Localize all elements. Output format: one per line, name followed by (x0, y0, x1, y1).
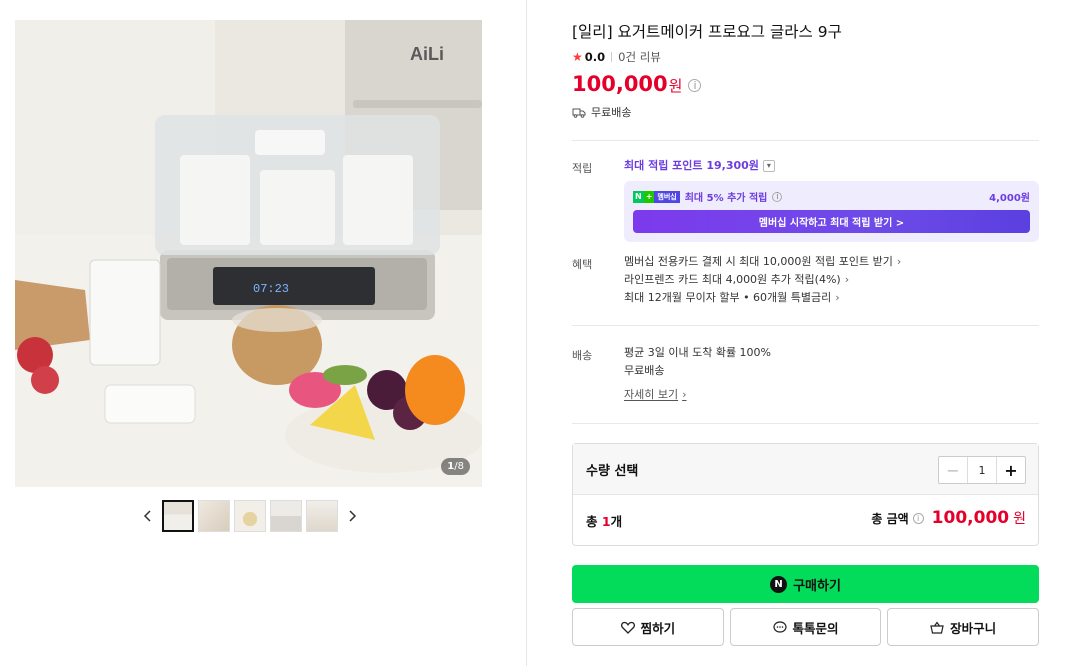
wishlist-button[interactable]: 찜하기 (572, 608, 724, 646)
product-gallery: AiLi 07:23 1/8 (0, 0, 527, 666)
quantity-value[interactable]: 1 (968, 457, 996, 483)
membership-cta-button[interactable]: 멤버십 시작하고 최대 적립 받기 > (633, 210, 1030, 233)
benefit-item[interactable]: 라인프렌즈 카드 최대 4,000원 추가 적립(4%) › (624, 271, 901, 289)
price-value: 100,000 (572, 72, 668, 96)
rating-summary: ★ 0.0 0건 리뷰 (572, 49, 661, 65)
price: 100,000 원 i (572, 72, 702, 96)
member-amount: 4,000원 (989, 193, 1030, 204)
product-title: [일리] 요거트메이커 프로요그 글라스 9구 (572, 23, 842, 41)
section-divider (572, 325, 1039, 326)
points-label: 적립 (572, 162, 593, 175)
review-count-link[interactable]: 0건 리뷰 (618, 49, 661, 65)
chevron-right-icon: › (682, 388, 687, 401)
quantity-label: 수량 선택 (586, 464, 639, 479)
add-to-cart-button[interactable]: 장바구니 (887, 608, 1040, 646)
section-divider (572, 423, 1039, 424)
shipping-info: 무료배송 (572, 104, 631, 120)
talk-inquiry-button[interactable]: 톡톡문의 (729, 608, 882, 646)
chat-bubble-icon (772, 620, 787, 633)
chevron-down-icon[interactable]: ▾ (762, 160, 775, 172)
chevron-right-icon: › (844, 273, 850, 286)
thumbnail-3[interactable] (234, 500, 266, 532)
brand-watermark: AiLi (410, 44, 444, 64)
info-icon[interactable]: i (772, 191, 783, 202)
delivery-fee: 무료배송 (624, 364, 665, 377)
thumbnail-4[interactable] (270, 500, 302, 532)
truck-icon (572, 108, 586, 118)
divider (611, 52, 613, 62)
thumbnail-strip (138, 499, 362, 533)
membership-box: N + 멤버십 최대 5% 추가 적립 i 4,000원 멤버십 시작하고 최대 적… (624, 181, 1039, 242)
chevron-right-icon (349, 510, 357, 522)
quantity-box: 수량 선택 − 1 + 총 1개 총 금액 i 100,000 원 (572, 443, 1039, 546)
thumbnail-5[interactable] (306, 500, 338, 532)
decrease-quantity-button[interactable]: − (939, 457, 968, 483)
total-count: 총 1개 (586, 514, 623, 529)
section-divider (572, 140, 1039, 141)
svg-text:07:23: 07:23 (253, 282, 289, 296)
total-price-value: 100,000 (931, 508, 1010, 528)
chevron-right-icon: › (896, 255, 902, 268)
delivery-label: 배송 (572, 349, 593, 362)
thumbnail-2[interactable] (198, 500, 230, 532)
increase-quantity-button[interactable]: + (996, 457, 1025, 483)
member-extra-text: 최대 5% 추가 적립 (684, 193, 768, 204)
thumbnail-1[interactable] (162, 500, 194, 532)
points-content: 최대 적립 포인트 19,300원 ▾ (624, 157, 775, 175)
star-icon: ★ (572, 50, 583, 64)
heart-icon (620, 621, 635, 634)
info-icon[interactable]: i (912, 512, 924, 524)
benefits-label: 혜택 (572, 258, 593, 271)
main-product-image[interactable]: AiLi 07:23 1/8 (15, 20, 482, 487)
benefit-item[interactable]: 최대 12개월 무이자 할부 • 60개월 특별금리 › (624, 289, 901, 307)
max-points-text: 최대 적립 포인트 19,300원 (624, 159, 759, 172)
price-unit: 원 (668, 77, 683, 95)
delivery-details-link[interactable]: 자세히 보기 › (624, 386, 687, 404)
image-counter: 1/8 (441, 458, 470, 475)
chevron-left-icon (143, 510, 151, 522)
secondary-actions: 찜하기 톡톡문의 장바구니 (572, 608, 1040, 646)
total-amount: 총 금액 i 100,000 원 (871, 508, 1026, 528)
buy-now-button[interactable]: N 구매하기 (572, 565, 1039, 603)
delivery-eta: 평균 3일 이내 도착 확률 100% (624, 346, 772, 359)
delivery-info: 평균 3일 이내 도착 확률 100% 무료배송 자세히 보기 › (624, 344, 771, 404)
shipping-text: 무료배송 (591, 106, 632, 119)
chevron-right-icon: › (835, 291, 840, 304)
rating-score: 0.0 (584, 50, 606, 64)
prev-image-button[interactable] (138, 501, 158, 531)
benefits-list: 멤버십 전용카드 결제 시 최대 10,000원 적립 포인트 받기 › 라인프렌… (624, 253, 901, 307)
next-image-button[interactable] (342, 501, 362, 531)
quantity-stepper: − 1 + (938, 456, 1026, 484)
naver-plus-badge: N + 멤버십 (633, 190, 680, 203)
naver-pay-icon: N (770, 575, 788, 593)
shopping-basket-icon (930, 620, 944, 634)
benefit-item[interactable]: 멤버십 전용카드 결제 시 최대 10,000원 적립 포인트 받기 › (624, 253, 901, 271)
yogurt-maker-photo: AiLi 07:23 (15, 20, 482, 487)
info-icon[interactable]: i (688, 79, 702, 92)
buy-now-label: 구매하기 (793, 578, 841, 594)
